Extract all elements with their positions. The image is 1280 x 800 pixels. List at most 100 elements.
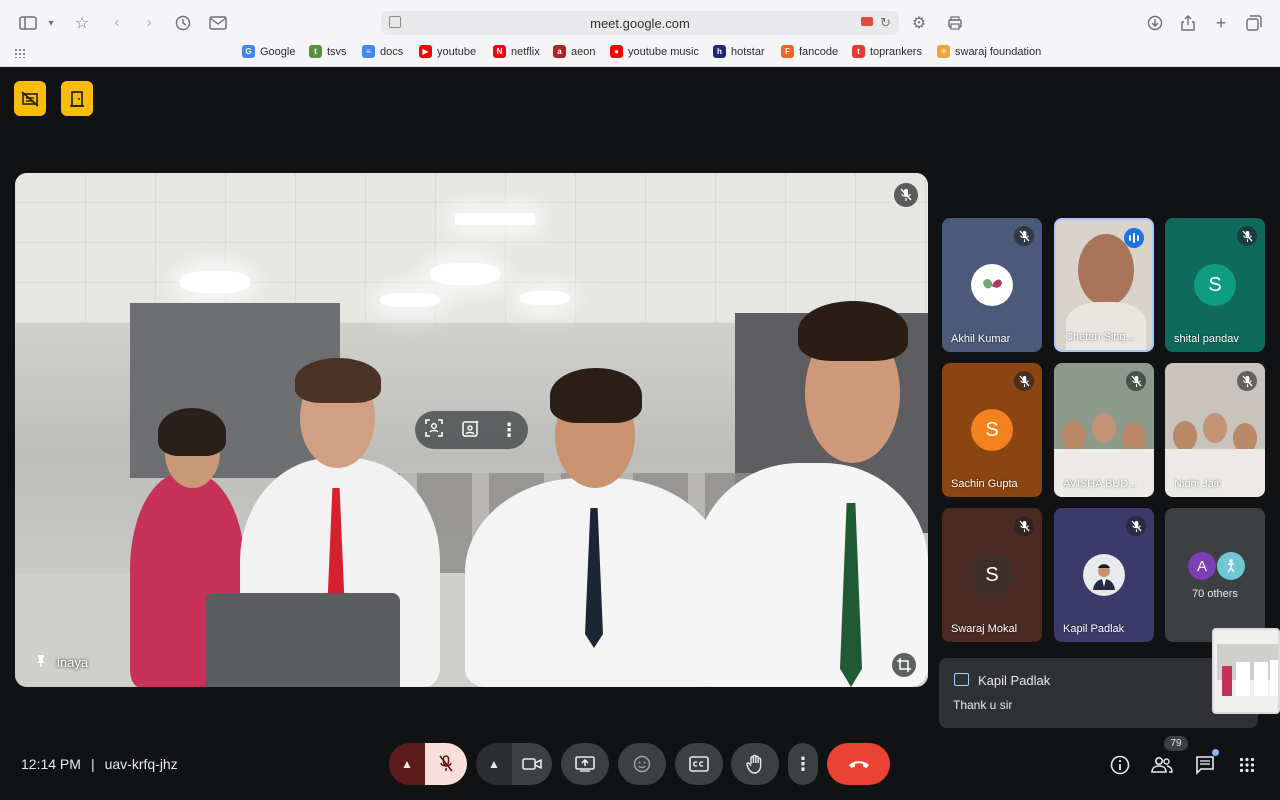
participant-tile[interactable]: Chetan Sing... [1054,218,1154,352]
raise-hand-button[interactable] [731,743,779,785]
chevron-down-icon[interactable]: ▾ [40,12,62,34]
chat-button[interactable] [1192,749,1219,778]
bookmark-favicon-icon: a [553,45,566,58]
print-icon[interactable] [944,12,966,34]
participant-tile[interactable]: S Swaraj Mokal [942,508,1042,642]
present-screen-button[interactable] [561,743,609,785]
bookmark-item[interactable]: G Google [242,45,295,58]
audio-options-button[interactable]: ▲ [389,743,425,785]
chat-notification[interactable]: Kapil Padlak Thank u sir [939,658,1258,728]
bookmark-favicon-icon: t [309,45,322,58]
reload-icon[interactable]: ↻ [880,15,891,31]
activities-button[interactable] [1234,752,1260,778]
more-options-icon[interactable]: ⋮ [500,421,518,439]
video-options-button[interactable]: ▲ [476,743,512,785]
chat-bubble-icon [1196,756,1214,775]
participant-tile[interactable]: S Sachin Gupta [942,363,1042,497]
settings-icon[interactable]: ⚙ [908,12,930,34]
participant-avatar: S [971,554,1013,596]
mic-off-icon [439,755,453,772]
person-hair [158,408,226,456]
bookmark-label: fancode [799,45,839,58]
meeting-details-button[interactable] [1107,752,1133,778]
bookmark-favicon-icon: t [852,45,865,58]
pin-icon[interactable] [35,654,47,671]
participant-name: inaya [57,655,89,670]
hide-self-view-button[interactable] [14,81,46,116]
visual-effects-icon[interactable] [462,419,480,442]
participant-avatar [971,264,1013,306]
bookmark-item[interactable]: Ffancode [781,45,838,58]
mic-off-icon [1237,371,1257,391]
bookmark-label: toprankers [870,45,922,58]
more-options-button[interactable]: ⋮ [788,743,818,785]
bookmark-favicon-icon: G [242,45,255,58]
chevron-up-icon: ▲ [401,757,413,771]
url-text: meet.google.com [590,15,690,31]
laptop [205,593,400,687]
hand-icon [746,754,762,774]
address-bar[interactable]: meet.google.com ↻ [381,11,899,35]
participant-avatar: S [1194,264,1236,306]
bookmark-favicon-icon: ≡ [362,45,375,58]
apps-grid-icon[interactable] [14,48,26,58]
download-icon[interactable] [1144,12,1166,34]
back-icon[interactable]: ‹ [106,12,128,34]
leave-call-button[interactable] [827,743,890,785]
participant-name: Kapil Padlak [1063,623,1125,635]
bookmark-item[interactable]: Nnetflix [493,45,540,58]
pinned-participant-label: inaya [35,654,88,671]
bookmark-item[interactable]: a aeon [553,45,595,58]
reactions-button[interactable] [618,743,666,785]
microphone-toggle-button[interactable] [425,743,467,785]
framing-icon[interactable] [425,418,443,442]
participant-tile[interactable]: AVISHA BUD... [1054,363,1154,497]
history-icon[interactable] [172,12,194,34]
ceiling-light [520,291,570,305]
chevron-up-icon: ▲ [488,757,500,771]
people-icon [1151,756,1173,773]
mic-off-icon [1014,371,1034,391]
participant-name: Chetan Sing... [1065,331,1135,343]
mail-icon[interactable] [207,12,229,34]
participant-tile[interactable]: Akhil Kumar [942,218,1042,352]
pinned-video-feed[interactable]: ⋮ inaya [15,173,928,687]
others-tile[interactable]: A 70 others [1165,508,1265,642]
participant-tile[interactable]: Nidhi Jain [1165,363,1265,497]
bookmark-item[interactable]: ≡ docs [362,45,403,58]
bookmark-item[interactable]: ▶ youtube [419,45,476,58]
bookmark-item[interactable]: ● youtube music [610,45,699,58]
leave-door-button[interactable] [61,81,93,116]
thumb-person [1222,666,1232,696]
mic-off-icon [894,183,918,207]
tab-overview-icon[interactable] [1243,12,1265,34]
bookmark-item[interactable]: t toprankers [852,45,922,58]
bookmark-item[interactable]: t tsvs [309,45,347,58]
camera-in-use-icon[interactable] [861,17,873,26]
participant-name: Swaraj Mokal [951,623,1018,635]
bookmark-favicon-icon: ▶ [419,45,432,58]
bookmark-label: youtube [437,45,477,58]
participant-name: AVISHA BUD... [1063,478,1138,490]
share-icon[interactable] [1177,12,1199,34]
people-count-badge: 79 [1164,736,1188,751]
camera-toggle-button[interactable] [512,743,552,785]
person-hair [295,358,381,403]
participant-tile[interactable]: Sshital pandav [1165,218,1265,352]
captions-button[interactable] [675,743,723,785]
mic-off-icon [1126,516,1146,536]
participant-tile[interactable]: Kapil Padlak [1054,508,1154,642]
new-tab-icon[interactable]: + [1210,12,1232,34]
thumb-person [1254,662,1268,696]
forward-icon[interactable]: › [138,12,160,34]
self-view-thumbnail[interactable] [1212,628,1280,714]
participant-name: shital pandav [1174,333,1239,345]
sidebar-toggle-icon[interactable] [17,12,39,34]
unread-dot-icon [1212,749,1219,756]
bookmark-item[interactable]: ✳ swaraj foundation [937,45,1041,58]
people-button[interactable] [1149,752,1175,778]
meeting-time: 12:14 PM [21,756,81,772]
crop-icon[interactable] [892,653,916,677]
bookmark-item[interactable]: h hotstar [713,45,765,58]
star-icon[interactable]: ☆ [71,12,93,34]
